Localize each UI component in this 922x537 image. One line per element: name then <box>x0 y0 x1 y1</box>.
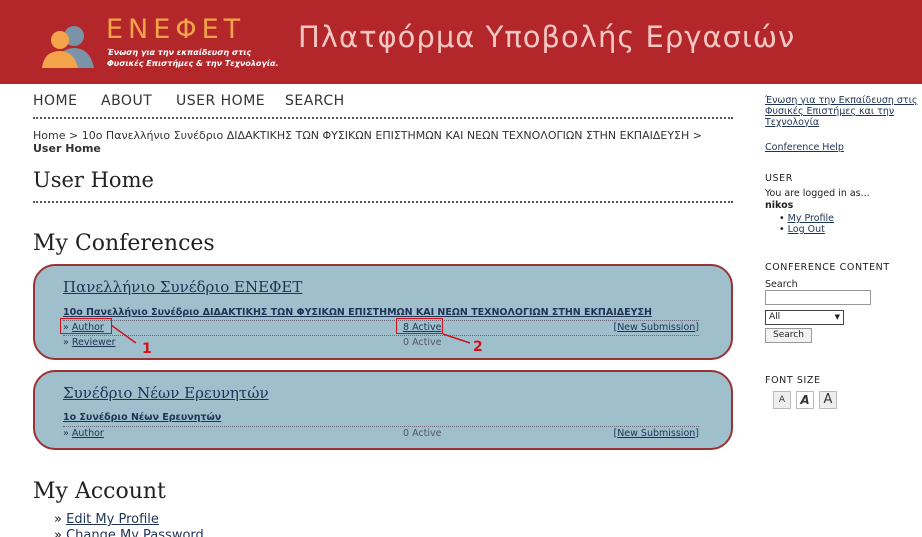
new-submission: [New Submission] <box>613 322 699 333</box>
nav-user-home[interactable]: USER HOME <box>176 93 265 109</box>
annotation-box-1 <box>60 318 112 334</box>
logo-tagline-line-2: Φυσικές Επιστήμες & την Τεχνολογία. <box>107 59 279 68</box>
new-submission-link[interactable]: New Submission <box>617 322 695 333</box>
logo-name: ΕΝΕΦΕΤ <box>106 14 246 45</box>
logo-tagline-line-1: Ένωση για την εκπαίδευση στις <box>107 48 252 57</box>
breadcrumb-conference[interactable]: 10ο Πανελλήνιο Συνέδριο ΔΙΔΑΚΤΙΚΗΣ ΤΩΝ Φ… <box>82 129 690 142</box>
list-item: My Profile <box>779 213 834 224</box>
my-account-heading: My Account <box>33 479 166 504</box>
reviewer-active-count: 0 Active <box>403 337 442 348</box>
font-size-heading: FONT SIZE <box>765 375 821 386</box>
edit-profile-link[interactable]: Edit My Profile <box>66 512 159 527</box>
user-block-heading: USER <box>765 173 793 184</box>
role-row-author: » Author 8 Active [New Submission] <box>63 320 699 334</box>
annotation-box-2 <box>396 318 443 334</box>
user-links: My Profile Log Out <box>779 213 834 235</box>
conference-title-link[interactable]: Συνέδριο Νέων Ερευνητών <box>63 384 269 402</box>
search-label: Search <box>765 279 798 290</box>
annotation-number-2: 2 <box>473 339 483 355</box>
organization-link[interactable]: Ένωση για την Εκπαίδευση στις Φυσικές Επ… <box>765 95 920 128</box>
font-large-button[interactable]: A <box>819 391 837 409</box>
conference-title-link[interactable]: Πανελλήνιο Συνέδριο ΕΝΕΦΕΤ <box>63 278 302 296</box>
reviewer-role-link[interactable]: Reviewer <box>72 337 116 348</box>
my-profile-link[interactable]: My Profile <box>788 213 834 224</box>
role-reviewer: » Reviewer <box>63 337 116 348</box>
breadcrumb-home[interactable]: Home <box>33 129 65 142</box>
search-button[interactable]: Search <box>765 328 812 343</box>
role-row-reviewer: » Reviewer 0 Active <box>63 335 699 349</box>
main-nav: HOME ABOUT USER HOME SEARCH <box>33 93 733 119</box>
font-medium-button[interactable]: A <box>796 391 814 409</box>
bullet: » <box>54 528 62 537</box>
search-input[interactable] <box>765 290 871 305</box>
breadcrumb-separator: > <box>689 129 702 142</box>
nav-search[interactable]: SEARCH <box>285 93 345 109</box>
breadcrumb-separator: > <box>65 129 82 142</box>
list-item: » Change My Password <box>54 528 204 537</box>
nav-home[interactable]: HOME <box>33 93 77 109</box>
account-links: » Edit My Profile » Change My Password <box>54 512 204 537</box>
breadcrumb-current: User Home <box>33 142 101 155</box>
author-role-link[interactable]: Author <box>72 428 104 439</box>
annotation-number-1: 1 <box>142 341 152 357</box>
bullet: » <box>63 428 69 439</box>
list-item: » Edit My Profile <box>54 512 204 528</box>
author-active-count: 0 Active <box>403 428 442 439</box>
role-author: » Author <box>63 428 104 439</box>
font-small-icon: A <box>778 395 786 405</box>
page-title: User Home <box>33 168 154 192</box>
conference-content-heading: CONFERENCE CONTENT <box>765 262 890 273</box>
my-conferences-heading: My Conferences <box>33 231 215 256</box>
logged-in-label: You are logged in as... <box>765 188 870 199</box>
logo-people-icon <box>42 26 94 68</box>
nav-about[interactable]: ABOUT <box>101 93 152 109</box>
conference-help-link[interactable]: Conference Help <box>765 142 844 153</box>
conference-card: Συνέδριο Νέων Ερευνητών 1ο Συνέδριο Νέων… <box>33 370 733 450</box>
bullet: » <box>63 337 69 348</box>
chevron-down-icon: ▼ <box>834 313 840 321</box>
font-small-button[interactable]: A <box>773 391 791 409</box>
bullet: » <box>54 512 62 527</box>
username: nikos <box>765 200 794 211</box>
change-password-link[interactable]: Change My Password <box>66 528 204 537</box>
list-item: Log Out <box>779 224 834 235</box>
role-row-author: » Author 0 Active [New Submission] <box>63 426 699 440</box>
new-submission-link[interactable]: New Submission <box>617 428 695 439</box>
logo-tagline: Ένωση για την εκπαίδευση στις Φυσικές Επ… <box>107 47 279 69</box>
font-large-icon: A <box>823 392 833 407</box>
breadcrumb: Home > 10ο Πανελλήνιο Συνέδριο ΔΙΔΑΚΤΙΚΗ… <box>33 129 713 155</box>
schedule-title-link[interactable]: 1ο Συνέδριο Νέων Ερευνητών <box>63 412 221 423</box>
site-header: ΕΝΕΦΕΤ Ένωση για την εκπαίδευση στις Φυσ… <box>0 0 922 84</box>
search-scope-select[interactable]: All ▼ <box>765 310 844 325</box>
schedule-title-link[interactable]: 10ο Πανελλήνιο Συνέδριο ΔΙΔΑΚΤΙΚΗΣ ΤΩΝ Φ… <box>63 307 652 318</box>
platform-title: Πλατφόρμα Υποβολής Εργασιών <box>298 20 796 54</box>
title-divider <box>33 201 733 203</box>
font-medium-icon: A <box>800 393 810 407</box>
log-out-link[interactable]: Log Out <box>788 224 825 235</box>
conference-card: Πανελλήνιο Συνέδριο ΕΝΕΦΕΤ 10ο Πανελλήνι… <box>33 264 733 360</box>
search-scope-value: All <box>769 312 781 322</box>
new-submission: [New Submission] <box>613 428 699 439</box>
